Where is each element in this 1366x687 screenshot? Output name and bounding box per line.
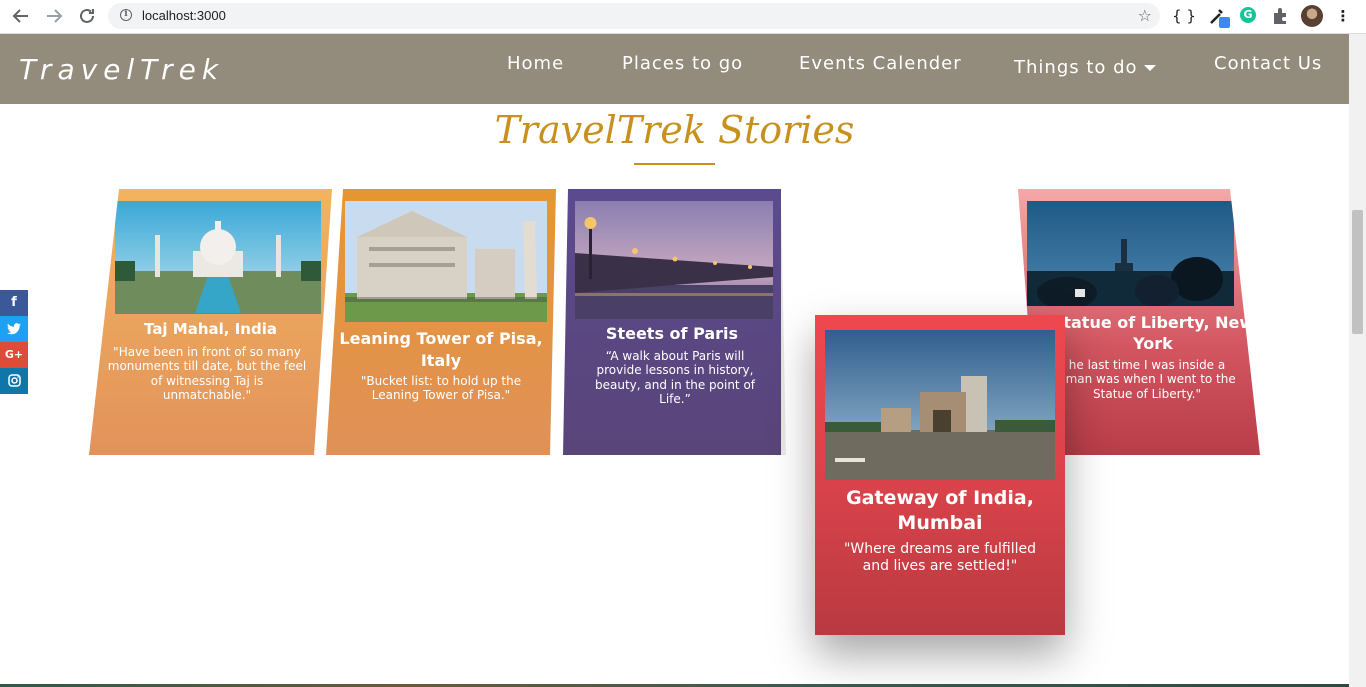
nav-contact-us[interactable]: Contact Us — [1214, 53, 1322, 74]
nav-home[interactable]: Home — [507, 53, 564, 74]
extension-badge-icon — [1219, 17, 1230, 28]
card-title: Leaning Tower of Pisa, Italy — [339, 329, 543, 370]
card-title: Gateway of India, Mumbai — [846, 487, 1034, 534]
star-icon[interactable]: ☆ — [1138, 6, 1152, 25]
arrow-left-icon[interactable] — [9, 4, 33, 28]
puzzle-extensions-icon[interactable] — [1270, 5, 1290, 27]
story-card-streets-of-paris[interactable]: Steets of Paris “A walk about Paris will… — [563, 189, 781, 455]
card-title: Taj Mahal, India — [144, 320, 277, 338]
braces-extension-icon[interactable]: { } — [1172, 5, 1196, 27]
kebab-menu-icon[interactable]: ⋮ — [1335, 5, 1351, 27]
browser-toolbar: i localhost:3000 ☆ { } G ⋮ — [0, 0, 1366, 34]
card-quote: "Have been in front of so many monuments… — [107, 345, 307, 403]
arrow-right-icon[interactable] — [42, 4, 66, 28]
card-quote: “A walk about Paris will provide lessons… — [594, 349, 756, 407]
site-header: TravelTrek Home Places to go Events Cale… — [0, 34, 1349, 104]
card-title: Statue of Liberty, New York — [1051, 313, 1255, 353]
url-text: localhost:3000 — [142, 8, 226, 23]
card-title: Steets of Paris — [605, 324, 739, 343]
grammarly-extension-icon[interactable]: G — [1240, 7, 1256, 23]
gateway-of-india-photo — [825, 330, 1055, 480]
story-card-leaning-tower-of-pisa[interactable]: Leaning Tower of Pisa, Italy "Bucket lis… — [326, 189, 556, 455]
instagram-icon[interactable] — [0, 368, 28, 394]
address-bar[interactable]: i localhost:3000 ☆ — [108, 3, 1160, 29]
info-icon[interactable]: i — [120, 9, 132, 21]
facebook-icon[interactable]: f — [0, 290, 28, 316]
title-divider — [634, 163, 715, 165]
brand-logo[interactable]: TravelTrek — [19, 53, 224, 86]
reload-icon[interactable] — [75, 4, 99, 28]
taj-mahal-photo — [115, 201, 321, 314]
caret-down-icon — [1143, 65, 1156, 71]
profile-avatar[interactable] — [1301, 5, 1323, 27]
twitter-icon[interactable] — [0, 316, 28, 342]
nav-events-calender[interactable]: Events Calender — [799, 53, 962, 74]
nav-places-to-go[interactable]: Places to go — [622, 53, 743, 74]
section-title: TravelTrek Stories — [494, 108, 855, 152]
leaning-tower-photo — [345, 201, 547, 322]
card-quote: "Bucket list: to hold up the Leaning Tow… — [360, 374, 522, 403]
paris-bridge-photo — [575, 201, 773, 319]
nav-things-to-do-label: Things to do — [1014, 57, 1138, 78]
scrollbar-thumb[interactable] — [1352, 210, 1363, 334]
statue-of-liberty-photo — [1027, 201, 1234, 306]
story-card-gateway-of-india[interactable]: Gateway of India, Mumbai "Where dreams a… — [815, 315, 1065, 635]
google-plus-icon[interactable]: G+ — [0, 342, 28, 368]
card-quote: he last time I was inside a oman was whe… — [1058, 358, 1236, 401]
page-scrollbar[interactable] — [1349, 34, 1366, 687]
story-card-taj-mahal[interactable]: Taj Mahal, India "Have been in front of … — [89, 189, 332, 455]
card-quote: "Where dreams are fulfilled and lives ar… — [843, 541, 1037, 574]
nav-things-to-do[interactable]: Things to do — [1014, 57, 1156, 78]
